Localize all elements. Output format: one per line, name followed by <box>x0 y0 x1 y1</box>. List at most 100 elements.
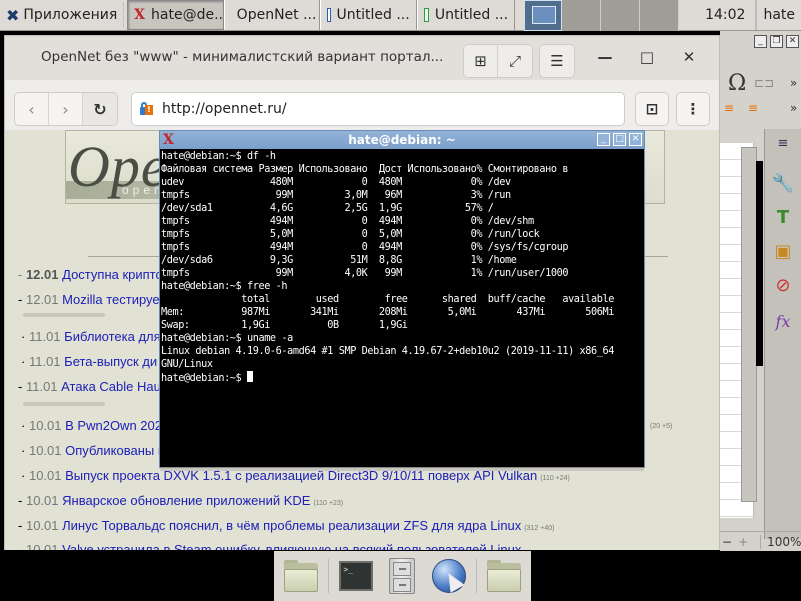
url-bar[interactable]: ! http://opennet.ru/ <box>131 92 625 126</box>
menu-button[interactable]: ☰ <box>540 45 574 77</box>
news-bullet: - <box>18 518 23 533</box>
zoom-in-button[interactable]: + <box>738 535 748 549</box>
news-link[interactable]: Библиотека для <box>64 329 161 344</box>
news-link[interactable]: Январское обновление приложений KDE <box>62 493 310 508</box>
terminal-output[interactable]: hate@debian:~$ df -h Файловая система Ра… <box>160 149 644 386</box>
gallery-icon[interactable]: ▣ <box>771 239 795 263</box>
special-character-icon[interactable]: Ω <box>728 71 746 96</box>
indent-increase-icon[interactable]: ≡ <box>724 101 734 115</box>
news-link[interactable]: Атака Cable Hau <box>61 379 161 394</box>
file-cabinet-icon[interactable] <box>383 557 421 595</box>
news-date: 11.01 <box>28 329 61 344</box>
back-icon: ‹ <box>28 99 35 119</box>
reload-icon: ↻ <box>93 99 107 119</box>
hyperlink-icon[interactable]: ⊏⊐ <box>754 76 774 90</box>
news-link[interactable]: Опубликованы и <box>65 443 165 458</box>
terminal-titlebar[interactable]: X hate@debian: ~ _ □ ✕ <box>160 131 644 149</box>
lo-restore-button[interactable]: ❐ <box>770 35 783 48</box>
workspace-4[interactable] <box>640 0 680 31</box>
task-browser[interactable]: OpenNet ... <box>223 0 321 30</box>
forward-button[interactable]: › <box>49 93 83 125</box>
zoom-level[interactable]: 100% <box>760 534 801 549</box>
terminal-maximize-button[interactable]: □ <box>613 133 626 146</box>
task-writer[interactable]: Untitled ... <box>320 0 417 30</box>
news-link[interactable]: Линус Торвальдс пояснил, в чём проблемы … <box>62 518 521 533</box>
terminal-close-button[interactable]: ✕ <box>629 133 642 146</box>
insecure-lock-icon[interactable]: ! <box>140 102 154 116</box>
news-bullet: - <box>18 292 23 307</box>
workspace-3[interactable] <box>601 0 641 31</box>
news-date: 12.01 <box>25 292 59 307</box>
folder-icon[interactable] <box>282 557 320 595</box>
fullscreen-button[interactable]: ⤢ <box>498 45 532 77</box>
terminal-icon[interactable]: >_ <box>337 557 375 595</box>
news-bullet: · <box>21 468 26 483</box>
new-tab-button[interactable]: ⊞ <box>464 45 498 77</box>
news-date: 10.01 <box>25 518 59 533</box>
news-link[interactable]: Valve устранила в Steam ошибку, влияющую… <box>62 543 521 550</box>
zoom-out-button[interactable]: − <box>722 535 732 549</box>
vertical-scrollbar[interactable] <box>741 147 757 502</box>
news-item: - 10.01 Линус Торвальдс пояснил, в чём п… <box>18 518 554 533</box>
workspace-switcher <box>524 0 680 31</box>
news-group-divider <box>23 402 105 406</box>
folder-icon[interactable] <box>485 557 523 595</box>
toolbar-overflow-button[interactable]: » <box>790 76 797 90</box>
clock[interactable]: 14:02 <box>699 0 751 30</box>
news-date: 10.01 <box>28 443 62 458</box>
toolbar-overflow-button-2[interactable]: » <box>790 101 797 115</box>
task-terminal[interactable]: X hate@de... <box>127 0 224 30</box>
news-bullet: - <box>18 379 23 394</box>
minimize-button[interactable]: — <box>595 48 615 66</box>
workspace-1[interactable] <box>524 0 563 31</box>
top-panel: ✖ Приложения X hate@de... OpenNet ... Un… <box>0 0 801 31</box>
more-menu-button[interactable]: ⋮ <box>676 92 710 126</box>
news-date: 10.01 <box>28 468 62 483</box>
terminal-window[interactable]: X hate@debian: ~ _ □ ✕ hate@debian:~$ df… <box>159 130 645 471</box>
sheet-row[interactable] <box>720 500 753 517</box>
applications-menu[interactable]: ✖ Приложения <box>0 0 123 30</box>
functions-fx-icon[interactable]: fx <box>771 309 795 333</box>
terminal-minimize-button[interactable]: _ <box>597 133 610 146</box>
news-bullet: · <box>21 329 26 344</box>
news-item: - 10.01 Valve устранила в Steam ошибку, … <box>18 543 521 550</box>
styles-icon[interactable]: T <box>771 205 795 229</box>
news-item: - 12.01 Доступна крипто <box>18 267 163 282</box>
news-link[interactable]: Mozilla тестируе <box>62 292 160 307</box>
back-button[interactable]: ‹ <box>15 93 49 125</box>
workspace-2[interactable] <box>562 0 602 31</box>
tab-buttons: ⊞ ⤢ <box>463 44 533 78</box>
lo-minimize-button[interactable]: _ <box>754 35 767 48</box>
task-calc[interactable]: Untitled ... <box>416 0 516 30</box>
terminal-title: hate@debian: ~ <box>348 133 456 147</box>
bookmark-button[interactable]: ⊡ <box>635 92 669 126</box>
xfce-mouse-icon: ✖ <box>6 5 20 25</box>
close-button[interactable]: ✕ <box>679 48 699 66</box>
maximize-button[interactable]: □ <box>637 48 657 66</box>
news-bullet: - <box>18 493 23 508</box>
dock-separator <box>328 559 330 593</box>
navigator-compass-icon[interactable]: ⊘ <box>771 273 795 297</box>
user-menu[interactable]: hate <box>755 0 801 30</box>
navigation-bar: ‹ › ↻ ! http://opennet.ru/ ⊡ ⋮ <box>5 80 719 130</box>
properties-wrench-icon[interactable]: 🔧 <box>771 171 795 195</box>
news-link[interactable]: Доступна крипто <box>62 267 163 282</box>
browser-titlebar: OpenNet без "www" - минималистский вариа… <box>5 36 719 80</box>
web-browser-icon[interactable] <box>430 557 468 595</box>
news-link[interactable]: В Pwn2Own 202 <box>65 418 162 433</box>
news-item: · 11.01 Библиотека для <box>21 329 161 344</box>
news-link[interactable]: Бета-выпуск ди <box>64 354 157 369</box>
window-title: OpenNet без "www" - минималистский вариа… <box>41 49 444 65</box>
news-item: - 10.01 Январское обновление приложений … <box>18 493 343 508</box>
menu-group: ☰ <box>539 44 575 78</box>
lo-close-button[interactable]: ✕ <box>786 35 799 48</box>
comment-count: (110 +23) <box>313 500 344 507</box>
news-item: · 10.01 В Pwn2Own 202 <box>21 418 162 433</box>
url-text[interactable]: http://opennet.ru/ <box>162 101 287 117</box>
reload-button[interactable]: ↻ <box>83 93 117 125</box>
sidebar-menu-icon[interactable]: ≡ <box>771 131 795 155</box>
indent-decrease-icon[interactable]: ≡ <box>748 101 758 115</box>
news-bullet: · <box>21 443 26 458</box>
bookmark-add-icon: ⊡ <box>645 100 659 118</box>
news-item: · 11.01 Бета-выпуск ди <box>21 354 157 369</box>
